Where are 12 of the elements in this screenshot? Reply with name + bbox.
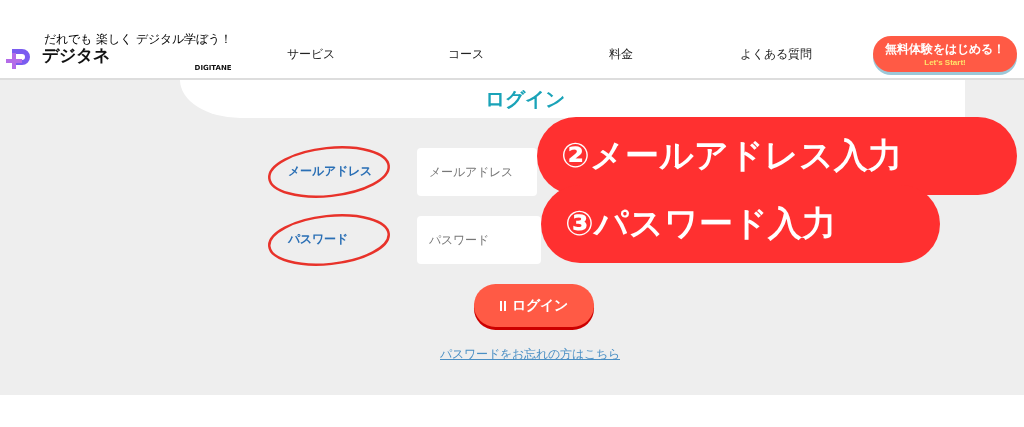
login-title: ログイン	[485, 86, 565, 113]
input-field[interactable]: パスワード	[417, 216, 541, 264]
field-label: メールアドレス	[288, 163, 372, 180]
nav-link[interactable]: コース	[388, 45, 544, 63]
field-label: パスワード	[288, 231, 348, 248]
input-field[interactable]: メールアドレス	[417, 148, 537, 196]
nav-link[interactable]: サービス	[234, 45, 389, 63]
nav-link[interactable]: 料金	[543, 45, 699, 63]
annotation-banner: ②メールアドレス入力	[537, 117, 1017, 195]
nav-link[interactable]: よくある質問	[698, 45, 853, 63]
logo-name: デジタネ	[42, 46, 110, 64]
logo-tagline: だれでも 楽しく デジタル学ぼう！	[44, 32, 232, 47]
